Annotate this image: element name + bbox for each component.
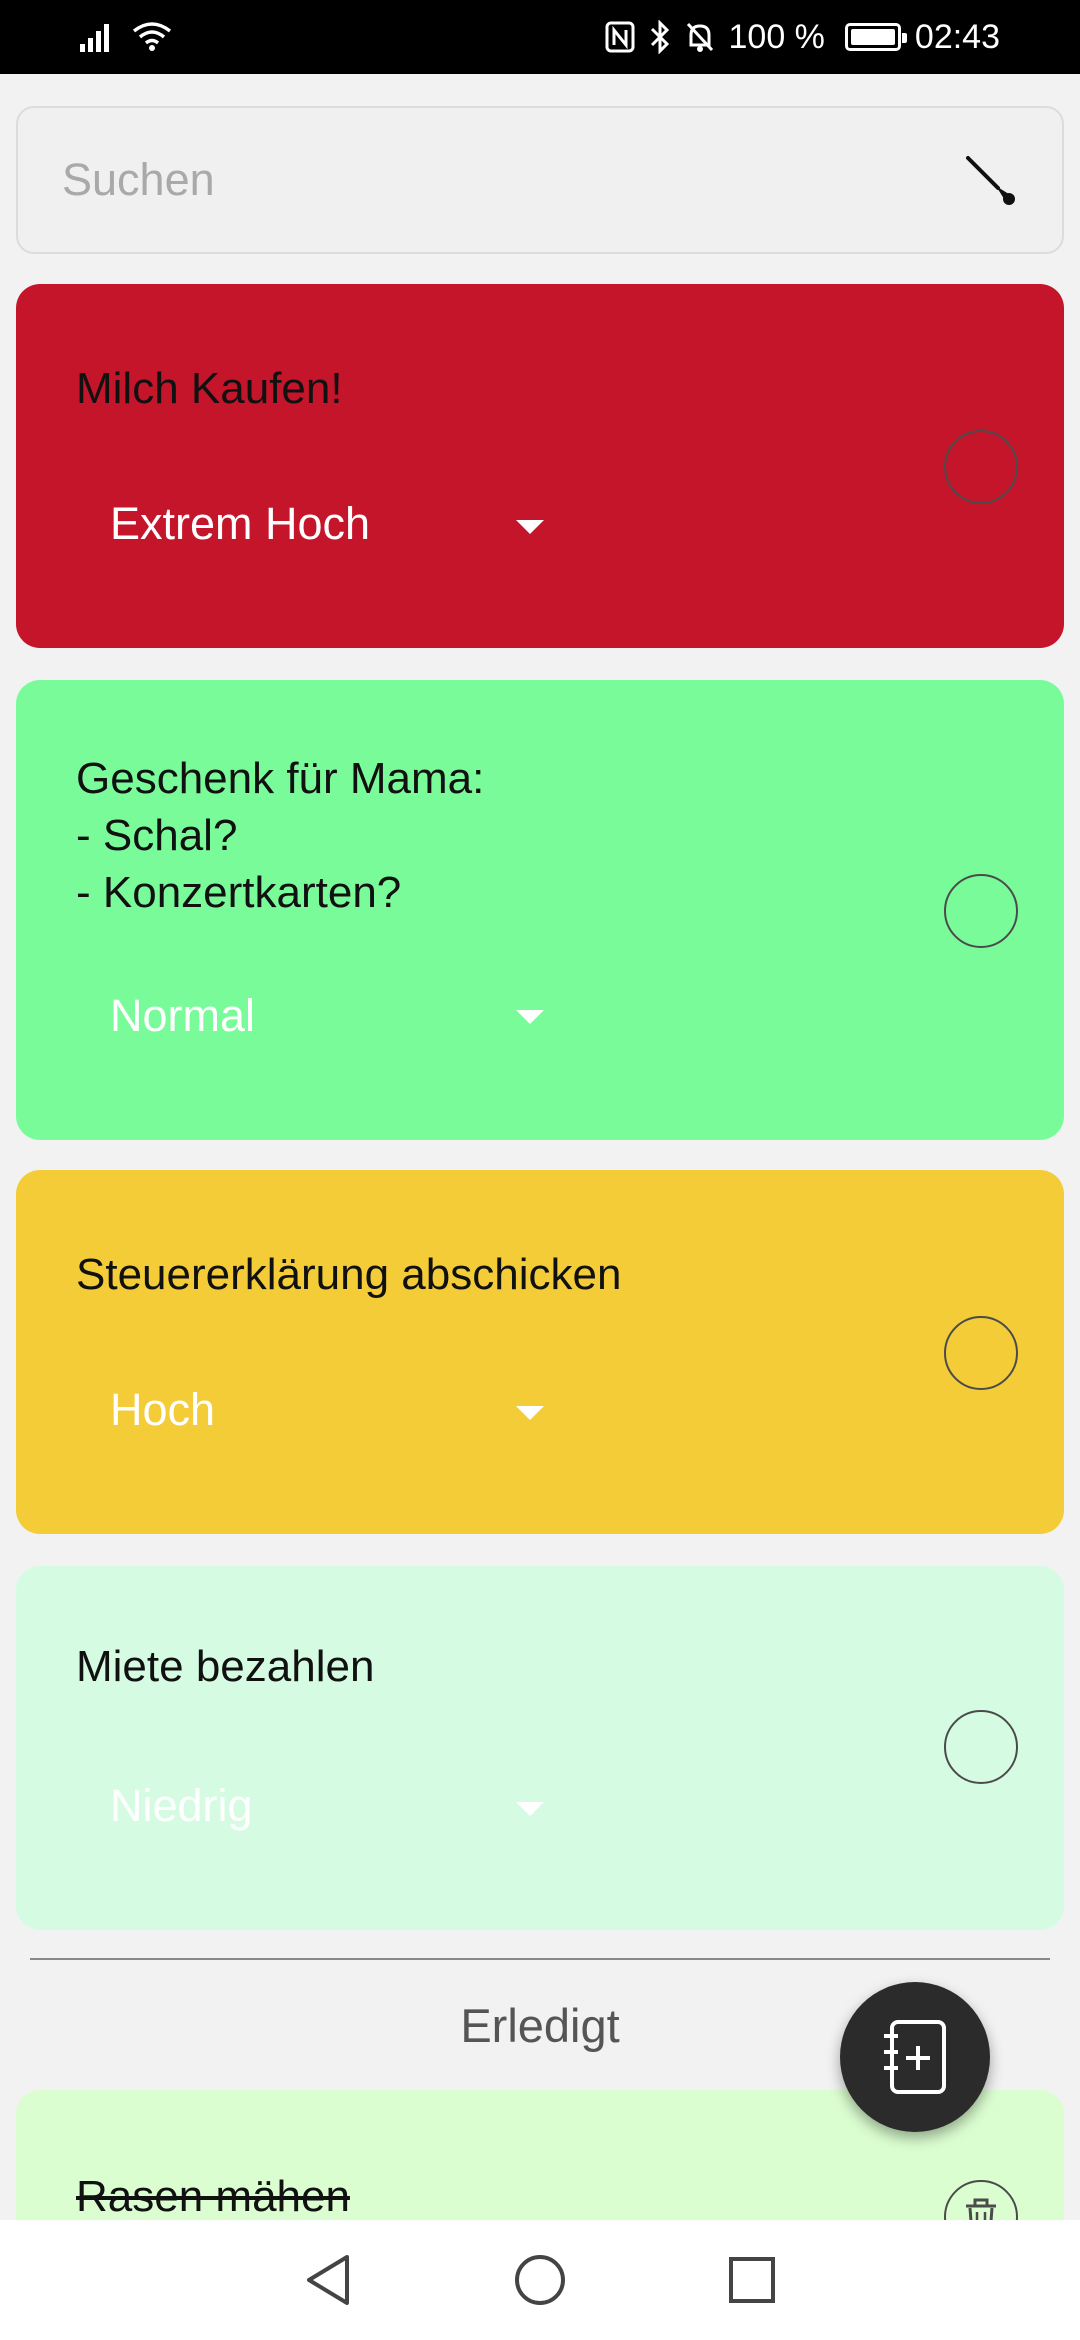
- search-input[interactable]: Suchen: [16, 106, 1064, 254]
- chevron-down-icon[interactable]: [516, 1010, 544, 1024]
- task-title: Milch Kaufen!: [76, 364, 343, 413]
- task-card[interactable]: Steuererklärung abschicken Hoch: [16, 1170, 1064, 1534]
- task-title: Steuererklärung abschicken: [76, 1250, 622, 1299]
- task-card[interactable]: Miete bezahlen Niedrig: [16, 1566, 1064, 1930]
- battery-icon: [844, 23, 907, 51]
- complete-checkbox[interactable]: [944, 1710, 1018, 1784]
- signal-icon: [80, 24, 109, 52]
- divider: [30, 1958, 1050, 1960]
- bluetooth-icon: [650, 20, 669, 54]
- add-note-icon: [884, 2020, 946, 2094]
- add-task-button[interactable]: [840, 1982, 990, 2132]
- chevron-down-icon[interactable]: [516, 520, 544, 534]
- priority-dropdown[interactable]: Niedrig: [110, 1780, 253, 1832]
- priority-dropdown[interactable]: Normal: [110, 990, 255, 1042]
- complete-checkbox[interactable]: [944, 430, 1018, 504]
- nfc-icon: [605, 21, 634, 53]
- status-right: 100 % 02:43: [605, 17, 1000, 57]
- system-nav-bar: [0, 2220, 1080, 2340]
- chevron-down-icon[interactable]: [516, 1802, 544, 1816]
- status-bar: 100 % 02:43: [0, 0, 1080, 74]
- complete-checkbox[interactable]: [944, 1316, 1018, 1390]
- task-card[interactable]: Geschenk für Mama: - Schal? - Konzertkar…: [16, 680, 1064, 1140]
- complete-checkbox[interactable]: [944, 874, 1018, 948]
- priority-dropdown[interactable]: Hoch: [110, 1384, 215, 1436]
- search-placeholder: Suchen: [62, 154, 215, 205]
- search-area: Suchen: [0, 74, 1080, 284]
- recents-icon[interactable]: [727, 2255, 777, 2305]
- clock: 02:43: [914, 17, 1000, 56]
- status-left: [80, 21, 172, 53]
- priority-dropdown[interactable]: Extrem Hoch: [110, 498, 370, 550]
- home-icon[interactable]: [513, 2253, 567, 2307]
- done-task-title: Rasen mähen: [76, 2172, 350, 2221]
- battery-percent: 100 %: [728, 17, 825, 56]
- task-title: Geschenk für Mama: - Schal? - Konzertkar…: [76, 754, 485, 917]
- task-title: Miete bezahlen: [76, 1642, 375, 1691]
- brush-icon[interactable]: [962, 152, 1018, 208]
- wifi-icon: [132, 22, 172, 51]
- back-icon[interactable]: [303, 2253, 353, 2307]
- chevron-down-icon[interactable]: [516, 1406, 544, 1420]
- mute-bell-icon: [686, 22, 713, 52]
- screen: 100 % 02:43 Suchen Milch Kaufen! Extrem …: [0, 0, 1080, 2340]
- task-card[interactable]: Milch Kaufen! Extrem Hoch: [16, 284, 1064, 648]
